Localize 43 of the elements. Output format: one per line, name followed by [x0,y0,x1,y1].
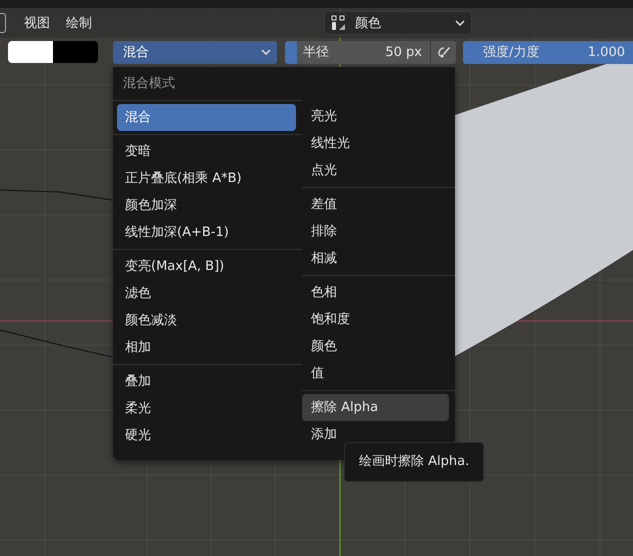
blend-dropdown[interactable]: 混合 [113,40,277,64]
slider-value: 50 px [385,44,422,60]
menu-item[interactable]: 排除 [302,218,449,245]
pressure-button[interactable] [430,40,456,64]
menu-item[interactable]: 颜色减淡 [117,307,296,334]
slider-label: 强度/力度 [483,44,540,61]
radius-slider[interactable]: 半径 50 px [285,40,430,64]
menu-item[interactable]: 颜色加深 [117,192,296,219]
menu-item[interactable]: 滤色 [117,280,296,307]
menu-item[interactable]: 线性加深(A+B-1) [117,219,296,246]
menu-item[interactable]: 变暗 [117,138,296,165]
tooltip: 绘画时擦除 Alpha. [344,442,484,482]
menu-item[interactable]: 硬光 [117,422,296,449]
chevron-icon [261,49,271,55]
slider-value: 1.000 [588,44,625,60]
menu-item[interactable]: 正片叠底(相乘 A*B) [117,165,296,192]
chevron-icon [455,20,465,26]
slider-label: 半径 [303,44,329,61]
menu-item[interactable]: 柔光 [117,395,296,422]
menu-item[interactable]: 绘制 [58,14,100,32]
menu-title: 混合模式 [113,67,302,101]
color-swatch[interactable] [53,41,98,63]
mode-dropdown[interactable]: 颜色 [324,11,472,35]
menu-item[interactable]: 混合 [117,104,296,131]
menu-item[interactable]: 颜色 [302,333,449,360]
menu-item[interactable]: 饱和度 [302,306,449,333]
pen-icon [436,44,452,60]
menu-item[interactable]: 变亮(Max[A, B]) [117,253,296,280]
menu-item[interactable]: 相加 [117,334,296,361]
texture-slots-icon [331,15,347,31]
menu-item[interactable]: 视图 [16,14,58,32]
menu-item[interactable]: 点光 [302,157,449,184]
editor-type-icon[interactable] [0,13,6,33]
menu-item[interactable]: 亮光 [302,103,449,130]
menu-item[interactable]: 差值 [302,191,449,218]
menu-item[interactable]: 线性光 [302,130,449,157]
menu-item[interactable]: 相减 [302,245,449,272]
menu-item[interactable]: 值 [302,360,449,387]
menu-item[interactable]: 色相 [302,279,449,306]
menu-item[interactable]: 叠加 [117,368,296,395]
strength-slider[interactable]: 强度/力度 1.000 [463,40,633,64]
color-swatch[interactable] [8,41,53,63]
menu-item[interactable]: 擦除 Alpha [302,394,449,421]
